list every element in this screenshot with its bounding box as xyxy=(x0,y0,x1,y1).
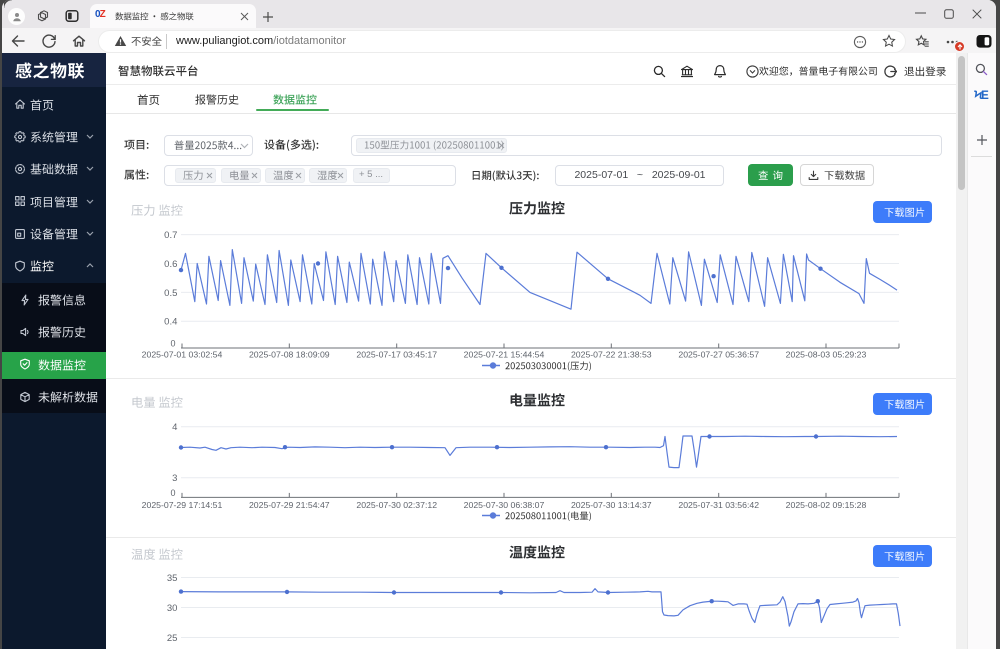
svg-text:2025-07-08 18:09:09: 2025-07-08 18:09:09 xyxy=(249,350,330,360)
svg-text:0: 0 xyxy=(170,488,175,498)
svg-text:2025-07-21 15:44:54: 2025-07-21 15:44:54 xyxy=(464,350,545,360)
svg-text:35: 35 xyxy=(167,573,178,584)
svg-text:2025-07-01 03:02:54: 2025-07-01 03:02:54 xyxy=(142,350,223,360)
svg-text:2025-07-17 03:45:17: 2025-07-17 03:45:17 xyxy=(356,350,437,360)
svg-text:2025-07-22 21:38:53: 2025-07-22 21:38:53 xyxy=(571,350,652,360)
svg-text:2025-07-29 17:14:51: 2025-07-29 17:14:51 xyxy=(142,500,223,510)
svg-text:3: 3 xyxy=(172,473,177,484)
svg-text:0.6: 0.6 xyxy=(164,259,177,270)
svg-text:2025-07-29 21:54:47: 2025-07-29 21:54:47 xyxy=(249,500,330,510)
svg-text:2025-08-02 09:15:28: 2025-08-02 09:15:28 xyxy=(786,500,867,510)
svg-text:25: 25 xyxy=(167,633,178,644)
svg-text:0: 0 xyxy=(170,339,175,349)
svg-text:2025-07-27 05:36:57: 2025-07-27 05:36:57 xyxy=(678,350,759,360)
svg-text:0.4: 0.4 xyxy=(164,317,177,328)
svg-text:0.7: 0.7 xyxy=(164,230,177,241)
svg-text:2025-07-30 02:37:12: 2025-07-30 02:37:12 xyxy=(356,500,437,510)
svg-text:30: 30 xyxy=(167,603,178,614)
svg-text:2025-08-03 05:29:23: 2025-08-03 05:29:23 xyxy=(786,350,867,360)
svg-text:2025-07-31 03:56:42: 2025-07-31 03:56:42 xyxy=(678,500,759,510)
svg-text:2025-07-30 06:38:07: 2025-07-30 06:38:07 xyxy=(464,500,545,510)
svg-text:4: 4 xyxy=(172,422,177,433)
svg-text:2025-07-30 13:14:37: 2025-07-30 13:14:37 xyxy=(571,500,652,510)
svg-text:0.5: 0.5 xyxy=(164,288,177,299)
